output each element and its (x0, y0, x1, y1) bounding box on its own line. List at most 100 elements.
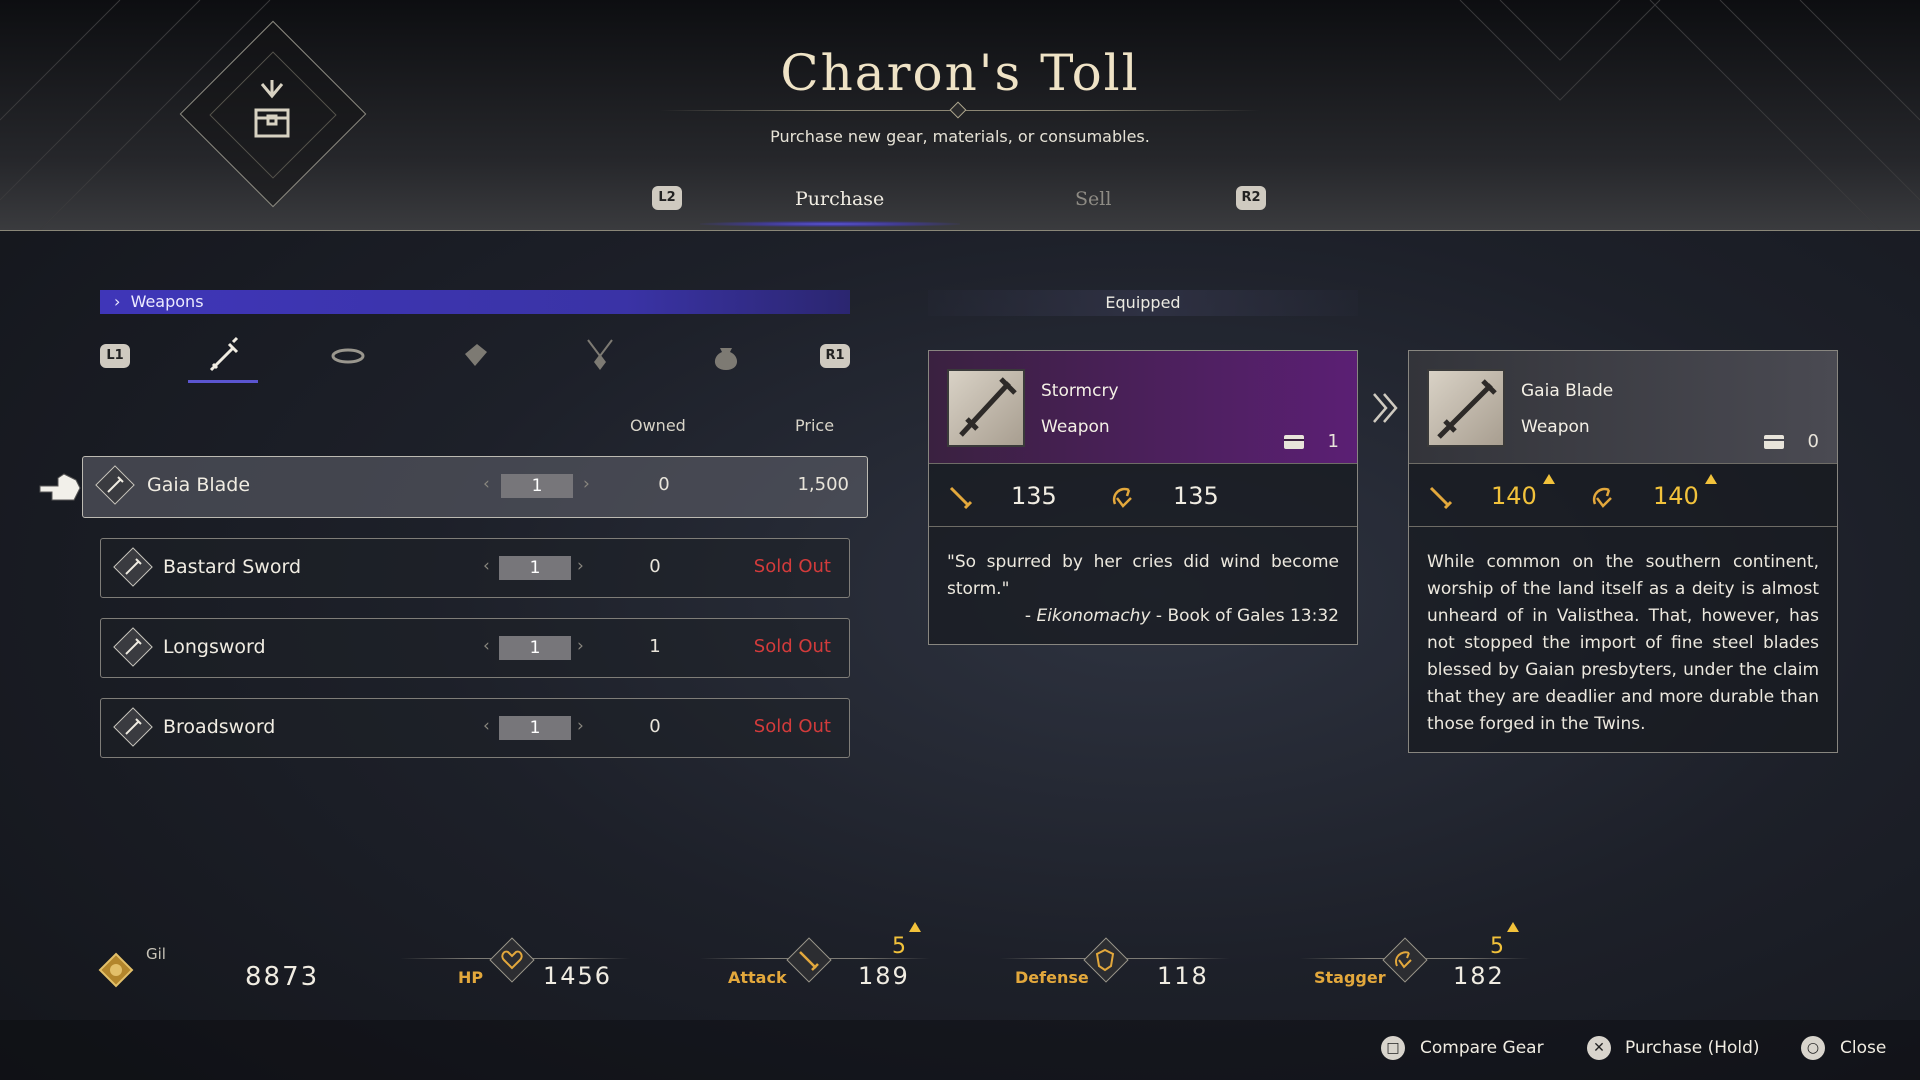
stat-bonus: 5 (1490, 934, 1504, 959)
chest-icon (1284, 435, 1304, 449)
item-name: Gaia Blade (1521, 381, 1614, 401)
amulet-icon[interactable] (580, 336, 620, 376)
bracer-icon[interactable] (455, 336, 495, 376)
item-price: Sold Out (753, 636, 831, 657)
quantity-field[interactable]: 1 (501, 474, 573, 498)
tab-sell[interactable]: Sell (1075, 188, 1111, 210)
category-active-indicator (188, 380, 258, 383)
character-stats (0, 900, 1920, 1020)
citation-prefix: - (1024, 606, 1037, 626)
belt-icon[interactable] (328, 336, 368, 376)
stat-label: HP (458, 968, 484, 987)
item-owned: 0 (1807, 431, 1819, 452)
stat-value: 182 (1453, 962, 1505, 990)
column-owned: Owned (630, 416, 686, 435)
compare-gear-button[interactable]: Compare Gear (1420, 1038, 1544, 1058)
cross-button-icon[interactable]: ✕ (1587, 1036, 1611, 1060)
close-button[interactable]: Close (1840, 1038, 1886, 1058)
item-price: Sold Out (753, 716, 831, 737)
sword-icon (1437, 379, 1497, 439)
l1-button[interactable]: L1 (100, 344, 130, 368)
stagger-value: 140 (1653, 482, 1699, 510)
qty-decrease-button[interactable]: ‹ (483, 474, 490, 494)
item-owned: 0 (649, 556, 661, 577)
item-description: While common on the southern continent, … (1427, 552, 1819, 734)
square-button-icon[interactable]: □ (1381, 1036, 1405, 1060)
item-citation: - Eikonomachy - Book of Gales 13:32 (947, 603, 1339, 630)
qty-decrease-button[interactable]: ‹ (483, 556, 490, 576)
pouch-icon[interactable] (706, 336, 746, 376)
hand-pointer-icon (39, 473, 81, 501)
item-type: Weapon (1521, 417, 1590, 437)
item-price: Sold Out (753, 556, 831, 577)
qty-increase-button[interactable]: › (577, 556, 584, 576)
stat-up-icon (1507, 922, 1519, 932)
attack-icon (1429, 486, 1453, 510)
l2-button[interactable]: L2 (652, 186, 682, 210)
tab-active-indicator (700, 221, 960, 227)
category-tabs: L1 R1 (100, 336, 850, 386)
r2-button[interactable]: R2 (1236, 186, 1266, 210)
list-item[interactable]: Gaia Blade ‹ 1 › 0 1,500 (82, 456, 868, 518)
stat-label: Stagger (1314, 968, 1386, 987)
item-type: Weapon (1041, 417, 1110, 437)
item-owned: 1 (649, 636, 661, 657)
qty-increase-button[interactable]: › (583, 474, 590, 494)
citation-title: Eikonomachy (1036, 606, 1151, 626)
page-subtitle: Purchase new gear, materials, or consuma… (770, 127, 1150, 146)
stat-value: 1456 (543, 962, 613, 990)
r1-button[interactable]: R1 (820, 344, 850, 368)
compare-arrow-icon (1373, 393, 1398, 423)
category-bar: › Weapons (100, 290, 850, 314)
qty-increase-button[interactable]: › (577, 716, 584, 736)
sword-icon[interactable] (203, 336, 243, 376)
item-thumbnail (1427, 369, 1505, 447)
tab-purchase[interactable]: Purchase (795, 188, 884, 210)
card-header: Gaia Blade Weapon 0 (1409, 351, 1837, 463)
list-item[interactable]: Broadsword ‹ 1 › 0 Sold Out (100, 698, 850, 758)
stat-row: 140 140 (1409, 463, 1837, 527)
item-owned: 1 (1327, 431, 1339, 452)
attack-icon (949, 486, 973, 510)
qty-decrease-button[interactable]: ‹ (483, 636, 490, 656)
sword-icon (959, 377, 1017, 437)
citation-suffix: - Book of Gales 13:32 (1150, 606, 1339, 626)
stat-label: Attack (728, 968, 787, 987)
attack-icon (799, 951, 819, 971)
chevron-right-icon: › (114, 292, 121, 311)
stat-up-icon (1543, 474, 1555, 484)
page-title: Charon's Toll (780, 44, 1140, 102)
sword-icon (125, 638, 142, 655)
equipped-item-card: Stormcry Weapon 1 135 135 "So spurred by… (928, 350, 1358, 645)
gil-value: 8873 (245, 962, 320, 992)
list-item[interactable]: Bastard Sword ‹ 1 › 0 Sold Out (100, 538, 850, 598)
stagger-value: 135 (1173, 482, 1219, 510)
purchase-button[interactable]: Purchase (Hold) (1625, 1038, 1760, 1058)
stat-label: Defense (1015, 968, 1089, 987)
stat-bonus: 5 (892, 934, 906, 959)
category-label: Weapons (130, 292, 204, 311)
stat-up-icon (1705, 474, 1717, 484)
qty-increase-button[interactable]: › (577, 636, 584, 656)
item-description: "So spurred by her cries did wind become… (929, 527, 1357, 644)
column-price: Price (795, 416, 835, 435)
item-name: Stormcry (1041, 381, 1119, 401)
sword-icon (107, 476, 124, 493)
sword-icon (125, 718, 142, 735)
stagger-icon (1395, 951, 1412, 969)
item-quote: "So spurred by her cries did wind become… (947, 552, 1339, 599)
gil-coin-icon (98, 952, 134, 988)
item-name: Gaia Blade (147, 474, 251, 496)
stagger-icon (1112, 487, 1132, 508)
quantity-field[interactable]: 1 (499, 636, 571, 660)
heart-icon (501, 950, 523, 970)
candidate-item-card: Gaia Blade Weapon 0 140 140 While common… (1408, 350, 1838, 753)
list-item[interactable]: Longsword ‹ 1 › 1 Sold Out (100, 618, 850, 678)
qty-decrease-button[interactable]: ‹ (483, 716, 490, 736)
item-thumbnail (947, 369, 1025, 447)
item-price: 1,500 (797, 474, 849, 495)
chest-icon (1764, 435, 1784, 449)
quantity-field[interactable]: 1 (499, 556, 571, 580)
circle-button-icon[interactable]: ○ (1801, 1036, 1825, 1060)
quantity-field[interactable]: 1 (499, 716, 571, 740)
